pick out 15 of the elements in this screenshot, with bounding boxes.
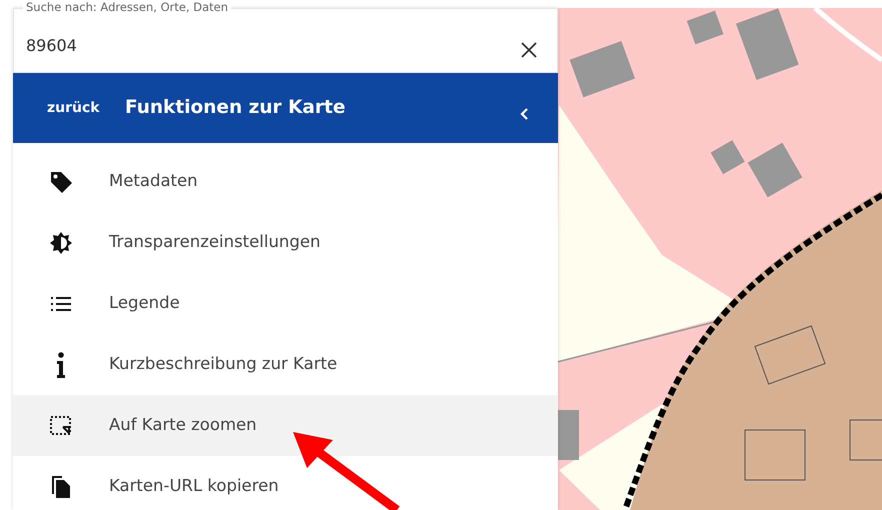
menu-item[interactable]: Metadaten (13, 151, 558, 212)
list-icon (51, 296, 71, 312)
menu-item[interactable]: Kurzbeschreibung zur Karte (13, 334, 558, 395)
menu-item[interactable]: Karten-URL kopieren (13, 456, 558, 510)
zoom-area-icon (50, 416, 72, 436)
info-icon (56, 352, 66, 378)
tag-icon (49, 170, 73, 194)
search-label: Suche nach: Adressen, Orte, Daten (23, 2, 232, 14)
panel-title: Funktionen zur Karte (125, 96, 346, 120)
brightness-icon (50, 232, 72, 254)
back-button[interactable]: zurück (13, 98, 125, 118)
copy-icon (51, 474, 71, 498)
menu-item[interactable]: Transparenzeinstellungen (13, 212, 558, 273)
menu-item[interactable]: Auf Karte zoomen (13, 395, 558, 456)
menu-item[interactable]: Legende (13, 273, 558, 334)
